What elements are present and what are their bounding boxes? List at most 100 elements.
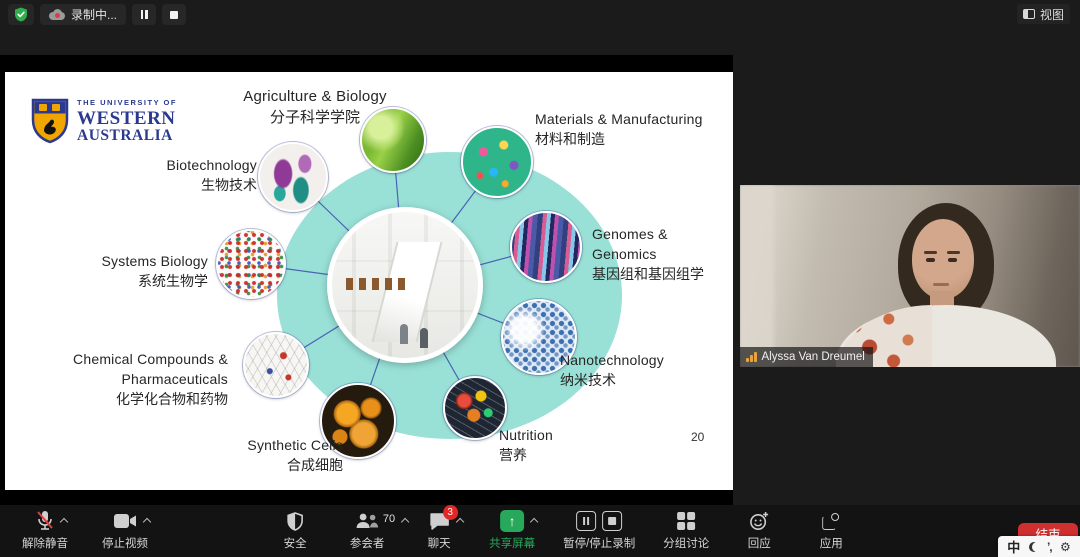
topic-zh: 纳米技术 (560, 371, 725, 391)
stop-recording-button[interactable] (162, 4, 186, 25)
topic-zh: 化学化合物和药物 (33, 390, 228, 410)
apps-icon (822, 512, 840, 530)
participant-feature (926, 258, 935, 262)
topic-en: Chemical Compounds & Pharmaceuticals (33, 350, 228, 390)
ime-punctuation-icon[interactable]: ’, (1047, 540, 1052, 554)
building-photo-circle (327, 207, 483, 363)
recording-indicator: 录制中... (40, 4, 126, 25)
share-screen-icon: ↑ (500, 510, 524, 532)
view-button[interactable]: 视图 (1017, 4, 1070, 24)
topic-zh: 系统生物学 (60, 272, 208, 292)
topic-materials: Materials & Manufacturing 材料和制造 (535, 110, 730, 150)
ime-language-mode[interactable]: 中 (1007, 537, 1020, 556)
security-label: 安全 (284, 535, 307, 551)
topic-en: Nutrition (499, 426, 609, 446)
security-shield-button[interactable] (8, 4, 34, 25)
participants-icon (355, 512, 379, 530)
topic-systems-biology: Systems Biology 系统生物学 (60, 252, 208, 292)
slide-page-number: 20 (691, 430, 704, 444)
breakout-rooms-button[interactable]: 分组讨论 (663, 510, 709, 551)
presentation-slide: THE UNIVERSITY OF WESTERN AUSTRALIA (5, 72, 733, 490)
topic-genomics: Genomes & Genomics 基因组和基因组学 (592, 225, 710, 285)
mic-options-caret[interactable] (61, 517, 68, 524)
apps-label: 应用 (820, 535, 843, 551)
breakout-rooms-label: 分组讨论 (663, 535, 709, 551)
audio-level-icon (746, 352, 757, 362)
shared-screen-stage: THE UNIVERSITY OF WESTERN AUSTRALIA (0, 55, 733, 505)
pause-stop-recording-button[interactable]: 暂停/停止录制 (563, 510, 635, 551)
pause-recording-icon[interactable] (576, 511, 596, 531)
top-bar: 录制中... 视图 (0, 0, 1080, 28)
topic-en: Biotechnology (97, 156, 257, 176)
participant-name-tag: Alyssa Van Dreumel (740, 347, 873, 367)
topic-en: Nanotechnology (560, 351, 725, 371)
ime-settings-gear-icon[interactable]: ⚙ (1060, 540, 1071, 554)
share-screen-label: 共享屏幕 (489, 535, 535, 551)
chat-options-caret[interactable] (457, 517, 464, 524)
participants-count: 70 (383, 513, 395, 525)
video-options-caret[interactable] (144, 517, 151, 524)
unmute-label: 解除静音 (22, 535, 68, 551)
view-label: 视图 (1040, 6, 1064, 23)
participants-button[interactable]: 70 参会者 (345, 510, 389, 551)
genomics-image-circle (510, 211, 582, 283)
participants-options-caret[interactable] (402, 517, 409, 524)
doors-graphic (346, 278, 406, 290)
reactions-label: 回应 (748, 535, 771, 551)
chemical-image-circle (243, 332, 309, 398)
topic-zh: 生物技术 (97, 176, 257, 196)
nutrition-image-circle (443, 376, 507, 440)
breakout-grid-icon (677, 512, 696, 531)
security-button[interactable]: 安全 (273, 510, 317, 551)
apps-button[interactable]: 应用 (809, 510, 853, 551)
unmute-button[interactable]: 解除静音 (22, 510, 68, 551)
meeting-toolbar: 解除静音 停止视频 安全 (0, 505, 1080, 557)
reactions-button[interactable]: 回应 (737, 510, 781, 551)
participant-face (912, 219, 974, 299)
microphone-muted-icon (36, 510, 54, 532)
view-layout-icon (1023, 9, 1035, 19)
recording-status-text: 录制中... (71, 6, 117, 23)
topic-zh: 基因组和基因组学 (592, 265, 710, 285)
topic-en: Systems Biology (60, 252, 208, 272)
materials-image-circle (461, 126, 533, 198)
video-background-window (740, 185, 774, 367)
chat-button[interactable]: 3 聊天 (417, 510, 461, 551)
shield-check-icon (14, 7, 28, 22)
topic-en: Agriculture & Biology (210, 86, 420, 107)
cloud-recording-icon (49, 9, 65, 20)
participant-feature (947, 251, 960, 254)
topic-chemical: Chemical Compounds & Pharmaceuticals 化学化… (33, 350, 228, 410)
person-silhouette (400, 324, 408, 344)
chat-label: 聊天 (428, 535, 451, 551)
chat-unread-badge: 3 (443, 505, 458, 520)
share-screen-button[interactable]: ↑ 共享屏幕 (489, 510, 535, 551)
biotechnology-image-circle (258, 142, 328, 212)
participant-feature (948, 258, 957, 262)
pause-icon (140, 6, 149, 24)
participant-video-tile[interactable]: Alyssa Van Dreumel (740, 185, 1080, 367)
stop-video-button[interactable]: 停止视频 (102, 510, 148, 551)
ime-fullwidth-moon-icon[interactable] (1029, 542, 1039, 552)
pause-stop-recording-label: 暂停/停止录制 (563, 535, 635, 551)
ime-toolbar[interactable]: 中 ’, ⚙ (998, 536, 1080, 557)
topic-zh: 营养 (499, 446, 609, 466)
stop-recording-icon[interactable] (602, 511, 622, 531)
topic-nutrition: Nutrition 营养 (499, 426, 609, 466)
topic-en: Synthetic Cells (155, 436, 343, 456)
topic-biotechnology: Biotechnology 生物技术 (97, 156, 257, 196)
participant-name: Alyssa Van Dreumel (762, 351, 865, 363)
recording-controls: 录制中... (8, 4, 186, 25)
camera-icon (113, 513, 137, 529)
stop-video-label: 停止视频 (102, 535, 148, 551)
topic-agriculture: Agriculture & Biology 分子科学学院 (210, 86, 420, 129)
participant-feature (924, 251, 937, 254)
systems-biology-image-circle (216, 229, 286, 299)
stop-icon (170, 11, 178, 19)
topic-zh: 合成细胞 (155, 456, 343, 476)
reactions-smiley-icon (749, 511, 769, 531)
topic-zh: 分子科学学院 (210, 107, 420, 128)
pause-recording-button[interactable] (132, 4, 156, 25)
share-options-caret[interactable] (531, 517, 538, 524)
topic-zh: 材料和制造 (535, 130, 730, 150)
